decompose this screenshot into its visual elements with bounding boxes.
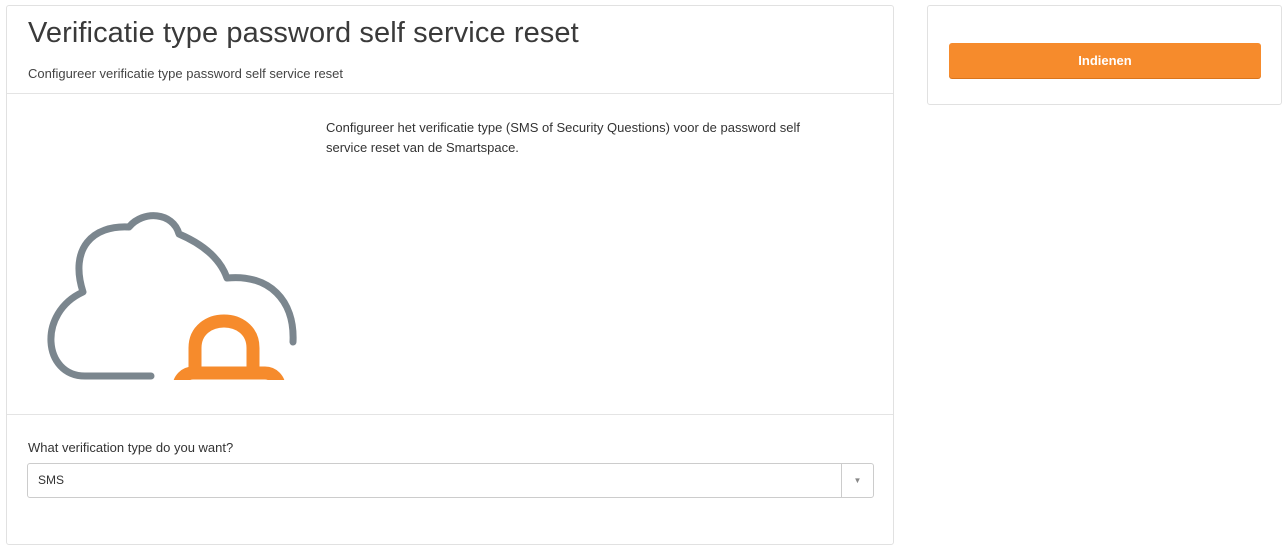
verification-form: What verification type do you want? SMS …: [7, 415, 893, 545]
select-value: SMS: [38, 473, 65, 487]
padlock-icon: [172, 314, 286, 468]
description-text: Configureer het verificatie type (SMS of…: [326, 120, 800, 155]
page-subtitle: Configureer verificatie type password se…: [28, 66, 344, 81]
cloud-lock-icon: [47, 212, 297, 468]
actions-card: Indienen: [927, 5, 1282, 105]
submit-button[interactable]: Indienen: [949, 43, 1261, 78]
card-header: Verificatie type password self service r…: [7, 6, 893, 94]
verification-settings-card: Verificatie type password self service r…: [6, 5, 894, 545]
chevron-down-icon[interactable]: ▼: [841, 464, 873, 497]
verification-type-select[interactable]: SMS ▼: [27, 463, 874, 498]
cloud-lock-illustration: [43, 130, 305, 468]
page-title: Verificatie type password self service r…: [28, 17, 579, 49]
verification-type-label: What verification type do you want?: [28, 440, 234, 455]
card-body: Configureer het verificatie type (SMS of…: [7, 94, 893, 468]
